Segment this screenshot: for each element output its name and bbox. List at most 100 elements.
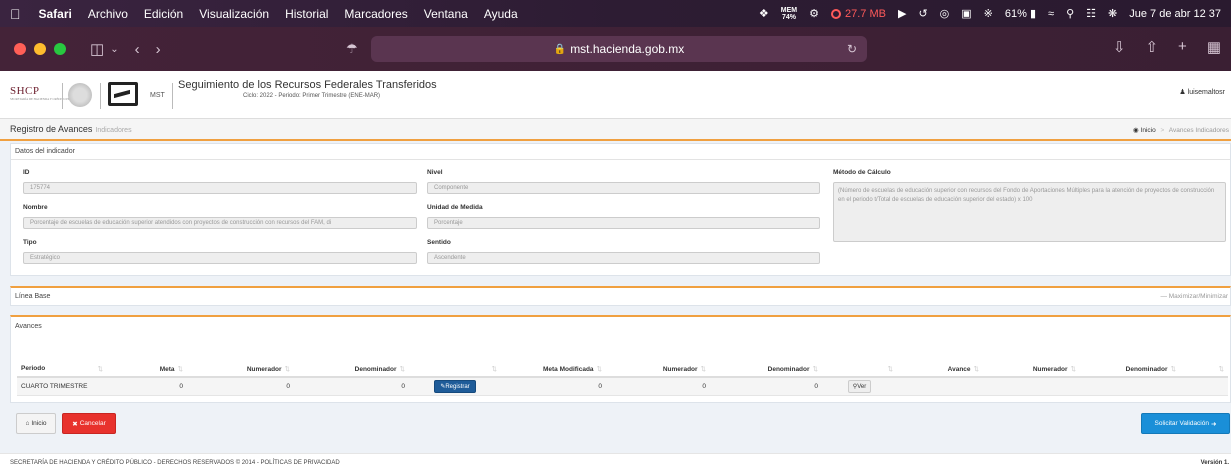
national-seal-icon: [68, 83, 92, 107]
bluetooth-icon[interactable]: ※: [984, 7, 993, 20]
sort-icon: ⇅: [284, 365, 290, 373]
privacy-shield-icon[interactable]: ☂: [346, 41, 358, 57]
user-name: luisemaltosr: [1187, 89, 1225, 96]
registrar-button[interactable]: ✎Registrar: [434, 379, 476, 393]
cell-extra: [1180, 377, 1228, 396]
app-subtitle: Ciclo: 2022 - Periodo: Primer Trimestre …: [243, 93, 381, 99]
sort-icon: ⇅: [700, 365, 706, 373]
cell-avance: [897, 377, 983, 396]
breadcrumb-home[interactable]: Inicio: [1141, 127, 1156, 134]
cell-meta: 0: [109, 377, 187, 396]
col-label: Denominador: [767, 365, 810, 373]
memory-monitor[interactable]: MEM 74%: [781, 7, 797, 21]
chevron-down-icon[interactable]: ⌄: [110, 44, 118, 55]
sort-icon: ⇅: [1170, 365, 1176, 373]
tab-overview-icon[interactable]: ▦: [1207, 38, 1221, 56]
menu-edicion[interactable]: Edición: [144, 7, 183, 21]
tipo-field[interactable]: Estratégico: [23, 252, 417, 264]
col-denominador[interactable]: Denominador ⇅: [294, 361, 409, 378]
divider: [100, 83, 101, 109]
menu-ventana[interactable]: Ventana: [424, 7, 468, 21]
breadcrumb: ◉ Inicio > Avances Indicadores: [1133, 126, 1229, 134]
col-denominador-3[interactable]: Denominador ⇅: [1080, 361, 1180, 378]
dropbox-icon[interactable]: ❖: [759, 7, 769, 20]
footer-legal[interactable]: SECRETARÍA DE HACIENDA Y CRÉDITO PÚBLICO…: [10, 460, 340, 466]
menu-historial[interactable]: Historial: [285, 7, 328, 21]
forward-icon[interactable]: ›: [156, 41, 161, 58]
airplay-icon[interactable]: ◎: [940, 7, 950, 20]
nivel-field[interactable]: Componente: [427, 182, 820, 194]
menu-ayuda[interactable]: Ayuda: [484, 7, 518, 21]
back-icon[interactable]: ‹: [135, 41, 140, 58]
inicio-button[interactable]: ⌂ Inicio: [16, 413, 56, 434]
unidad-label: Unidad de Medida: [427, 204, 483, 211]
address-bar[interactable]: 🔒 mst.hacienda.gob.mx ↻: [371, 36, 867, 62]
col-meta[interactable]: Meta ⇅: [109, 361, 187, 378]
col-label: Meta Modificada: [542, 365, 594, 373]
col-action-registrar[interactable]: ⇅: [409, 361, 501, 378]
col-extra[interactable]: ⇅: [1180, 361, 1228, 378]
memory-label: MEM: [780, 6, 798, 14]
battery-status[interactable]: 61% ▮: [1005, 7, 1036, 20]
cell-denominador-2: 0: [710, 377, 822, 396]
col-numerador-3[interactable]: Numerador ⇅: [983, 361, 1080, 378]
close-window-button[interactable]: [14, 43, 26, 55]
col-meta-modificada[interactable]: Meta Modificada ⇅: [501, 361, 606, 378]
sort-icon: ⇅: [399, 365, 405, 373]
page-footer: SECRETARÍA DE HACIENDA Y CRÉDITO PÚBLICO…: [0, 453, 1231, 471]
siri-icon[interactable]: ❋: [1108, 7, 1117, 20]
cog-status-icon[interactable]: ⚙: [809, 7, 819, 20]
memory-usage[interactable]: 27.7 MB: [831, 8, 886, 20]
divider: [172, 83, 173, 109]
memory-ring-icon: [831, 8, 841, 19]
unidad-field[interactable]: Porcentaje: [427, 217, 820, 229]
id-field[interactable]: 175774: [23, 182, 417, 194]
spotlight-icon[interactable]: ⚲: [1066, 7, 1074, 20]
maximize-minimize-toggle[interactable]: — Maximizar/Minimizar: [1160, 293, 1228, 300]
col-numerador[interactable]: Numerador ⇅: [187, 361, 294, 378]
clock[interactable]: Jue 7 de abr 12 37: [1129, 8, 1221, 20]
share-icon[interactable]: ⇧: [1145, 38, 1158, 56]
col-action-ver[interactable]: ⇅: [822, 361, 897, 378]
battery-percent: 61%: [1004, 8, 1027, 20]
toggle-label: Maximizar/Minimizar: [1168, 293, 1228, 300]
downloads-icon[interactable]: ⇩: [1113, 38, 1126, 56]
cancelar-label: Cancelar: [79, 420, 106, 427]
menu-marcadores[interactable]: Marcadores: [344, 7, 407, 21]
col-avance[interactable]: Avance ⇅: [897, 361, 983, 378]
app-title: Seguimiento de los Recursos Federales Tr…: [178, 79, 437, 91]
menu-archivo[interactable]: Archivo: [88, 7, 128, 21]
battery-icon: ▮: [1029, 8, 1037, 20]
col-denominador-2[interactable]: Denominador ⇅: [710, 361, 822, 378]
time-machine-icon[interactable]: ↺: [918, 7, 927, 20]
solicitar-validacion-button[interactable]: Solicitar Validación ➜: [1141, 413, 1230, 434]
memory-usage-text: 27.7 MB: [845, 7, 886, 20]
col-periodo[interactable]: Periodo ⇅: [17, 361, 109, 378]
sentido-field[interactable]: Ascendente: [427, 252, 820, 264]
col-label: Avance: [947, 365, 971, 373]
cell-ver: ⚲Ver: [822, 377, 897, 396]
nombre-field[interactable]: Porcentaje de escuelas de educación supe…: [23, 217, 417, 229]
sort-icon: ⇅: [491, 365, 497, 373]
table-row: CUARTO TRIMESTRE 0 0 0 ✎Registrar 0 0 0 …: [17, 377, 1228, 396]
menu-safari[interactable]: Safari: [39, 7, 72, 21]
nivel-label: Nivel: [427, 169, 443, 176]
sidebar-toggle-icon[interactable]: ◫: [90, 40, 104, 58]
reload-icon[interactable]: ↻: [847, 42, 857, 56]
close-icon: ✖: [72, 420, 78, 428]
zoom-window-button[interactable]: [54, 43, 66, 55]
cancelar-button[interactable]: ✖ Cancelar: [62, 413, 116, 434]
control-center-icon[interactable]: ☷: [1086, 7, 1096, 20]
col-numerador-2[interactable]: Numerador ⇅: [606, 361, 710, 378]
wifi-icon[interactable]: ≈: [1048, 8, 1054, 20]
screen-icon[interactable]: ▣: [961, 7, 971, 20]
col-label: Denominador: [1125, 365, 1168, 373]
user-menu[interactable]: ♟ luisemaltosr: [1179, 88, 1225, 96]
metodo-textarea[interactable]: (Número de escuelas de educación superio…: [833, 182, 1226, 242]
play-icon[interactable]: ▶: [898, 7, 906, 20]
minimize-window-button[interactable]: [34, 43, 46, 55]
menu-visualizacion[interactable]: Visualización: [199, 7, 269, 21]
new-tab-icon[interactable]: +: [1178, 38, 1187, 56]
ver-button[interactable]: ⚲Ver: [847, 379, 872, 393]
apple-icon[interactable]: : [10, 6, 21, 22]
